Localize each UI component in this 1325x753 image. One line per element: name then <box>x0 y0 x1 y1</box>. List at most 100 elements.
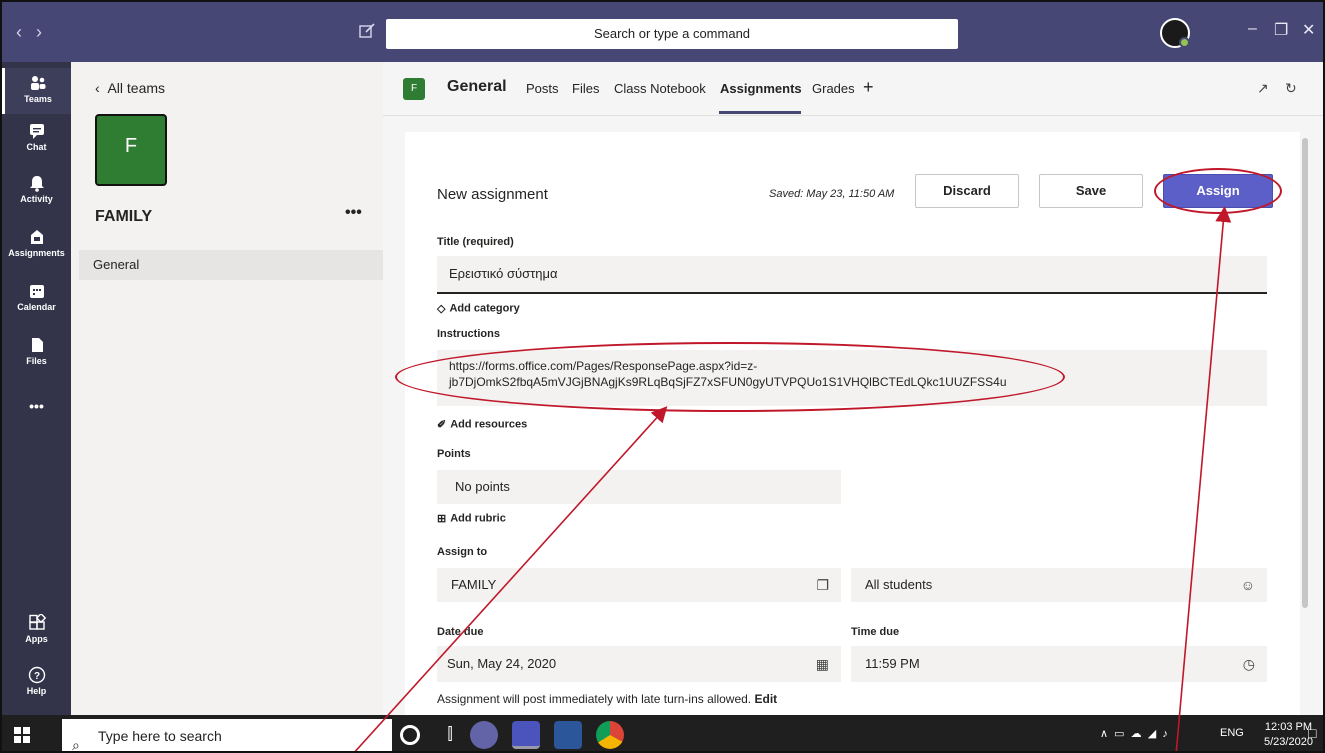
assignments-icon <box>30 230 43 244</box>
rail-label: Apps <box>25 634 48 644</box>
students-select[interactable]: All students ☺ <box>851 568 1267 602</box>
taskbar-search-placeholder: Type here to search <box>98 728 222 744</box>
task-view-icon[interactable]: ⫿ <box>436 721 464 749</box>
calendar-icon <box>29 285 44 298</box>
grid-icon: ⊞ <box>437 513 447 525</box>
saved-status: Saved: May 23, 11:50 AM <box>769 188 895 200</box>
title-input[interactable]: Ερειστικό σύστημα <box>437 256 1267 294</box>
chat-icon <box>29 124 44 139</box>
chevron-left-icon[interactable]: ‹ <box>16 22 36 42</box>
tab-grades[interactable]: Grades <box>812 81 855 96</box>
rail-label: Activity <box>20 194 53 204</box>
channel-header: F General Posts Files Class Notebook Ass… <box>383 62 1323 116</box>
tab-class-notebook[interactable]: Class Notebook <box>614 81 706 96</box>
team-more-icon[interactable]: ••• <box>345 204 362 222</box>
points-input[interactable]: No points <box>437 470 841 504</box>
paperclip-icon: ✐ <box>437 419 447 431</box>
windows-start-icon[interactable] <box>14 727 30 743</box>
tasks-app-icon[interactable] <box>470 721 498 749</box>
edit-link[interactable]: Edit <box>754 692 777 706</box>
date-due-label: Date due <box>437 626 484 638</box>
restore-button[interactable]: ❐ <box>1274 20 1288 40</box>
tab-assignments[interactable]: Assignments <box>720 81 802 96</box>
rail-label: Assignments <box>8 248 65 258</box>
nav-arrows: ‹› <box>16 22 56 43</box>
assign-to-label: Assign to <box>437 546 488 558</box>
rail-item-apps[interactable]: Apps <box>2 614 71 644</box>
add-tab-button[interactable]: + <box>863 77 874 98</box>
close-button[interactable]: ✕ <box>1302 20 1315 40</box>
rail-label: Teams <box>24 94 52 104</box>
word-app-icon[interactable] <box>554 721 582 749</box>
chevron-left-icon: ‹ <box>95 80 108 96</box>
rail-label: Help <box>26 686 47 696</box>
apps-icon <box>28 614 46 630</box>
annotation-ellipse-assign <box>1154 168 1282 214</box>
compose-icon[interactable] <box>358 22 376 40</box>
students-value: All students <box>865 577 933 592</box>
annotation-ellipse-instructions <box>395 342 1065 412</box>
title-label: Title (required) <box>437 236 514 248</box>
add-rubric-button[interactable]: ⊞ Add rubric <box>437 512 506 525</box>
rail-item-teams[interactable]: Teams <box>2 68 71 114</box>
discard-button[interactable]: Discard <box>915 174 1019 208</box>
tab-posts[interactable]: Posts <box>526 81 559 96</box>
rail-label: Chat <box>26 142 47 152</box>
time-due-label: Time due <box>851 626 900 638</box>
language-indicator[interactable]: ENG <box>1220 727 1244 739</box>
teams-app-icon[interactable] <box>512 721 540 749</box>
team-name: FAMILY <box>95 208 153 225</box>
presence-dot <box>1179 37 1190 48</box>
search-icon: ⌕ <box>72 737 80 753</box>
rail-label: Files <box>26 356 47 366</box>
all-teams-link[interactable]: ‹ All teams <box>95 80 165 96</box>
clock-date: 5/23/2020 <box>1264 736 1313 748</box>
more-icon[interactable]: ••• <box>2 398 71 414</box>
refresh-icon[interactable]: ↻ <box>1285 80 1297 97</box>
rail-item-files[interactable]: Files <box>2 336 71 366</box>
rail-item-activity[interactable]: Activity <box>2 174 71 204</box>
date-due-value: Sun, May 24, 2020 <box>447 656 557 671</box>
minimize-button[interactable]: – <box>1248 20 1257 38</box>
avatar[interactable] <box>1160 18 1190 48</box>
rail-item-calendar[interactable]: Calendar <box>2 282 71 312</box>
help-icon: ? <box>28 666 45 684</box>
add-category-label: Add category <box>449 302 520 315</box>
scrollbar[interactable] <box>1302 138 1308 608</box>
tray-icons[interactable]: ∧ ▭ ☁ ◢ ♪ <box>1100 727 1168 740</box>
assign-to-value: FAMILY <box>451 577 497 592</box>
post-note: Assignment will post immediately with la… <box>437 692 777 706</box>
page-title: New assignment <box>437 186 548 203</box>
time-due-input[interactable]: 11:59 PM ◷ <box>851 646 1267 682</box>
rail-item-help[interactable]: ? Help <box>2 666 71 696</box>
channel-team-icon: F <box>403 78 425 100</box>
active-tab-underline <box>719 111 801 114</box>
clock-time: 12:03 PM <box>1264 721 1313 733</box>
instructions-label: Instructions <box>437 328 500 340</box>
calendar-icon: ▦ <box>815 656 829 672</box>
bell-icon <box>29 176 44 192</box>
app-rail: Teams Chat Activity Assignments Calendar… <box>2 62 71 715</box>
expand-icon[interactable]: ↗ <box>1257 80 1269 97</box>
rail-item-assignments[interactable]: Assignments <box>2 228 71 258</box>
chrome-app-icon[interactable] <box>596 721 624 749</box>
add-category-button[interactable]: ◇ Add category <box>437 302 520 315</box>
assign-to-select[interactable]: FAMILY ❐ <box>437 568 841 602</box>
date-due-input[interactable]: Sun, May 24, 2020 ▦ <box>437 646 841 682</box>
save-button[interactable]: Save <box>1039 174 1143 208</box>
assignment-form: New assignment Saved: May 23, 11:50 AM D… <box>395 132 1300 732</box>
points-label: Points <box>437 448 471 460</box>
main-area: New assignment Saved: May 23, 11:50 AM D… <box>383 116 1323 732</box>
command-search-input[interactable]: Search or type a command <box>386 19 958 49</box>
taskbar-search-input[interactable]: ⌕ Type here to search <box>62 719 392 753</box>
chevron-right-icon[interactable]: › <box>36 22 56 42</box>
notification-icon[interactable]: □ <box>1308 725 1316 741</box>
add-rubric-label: Add rubric <box>450 512 506 525</box>
file-icon <box>31 338 43 352</box>
tab-files[interactable]: Files <box>572 81 599 96</box>
taskbar-clock[interactable]: 12:03 PM 5/23/2020 <box>1264 720 1313 750</box>
cortana-icon[interactable] <box>400 725 420 745</box>
add-resources-button[interactable]: ✐ Add resources <box>437 418 527 431</box>
rail-item-chat[interactable]: Chat <box>2 122 71 152</box>
channel-item-general[interactable]: General <box>79 250 383 280</box>
